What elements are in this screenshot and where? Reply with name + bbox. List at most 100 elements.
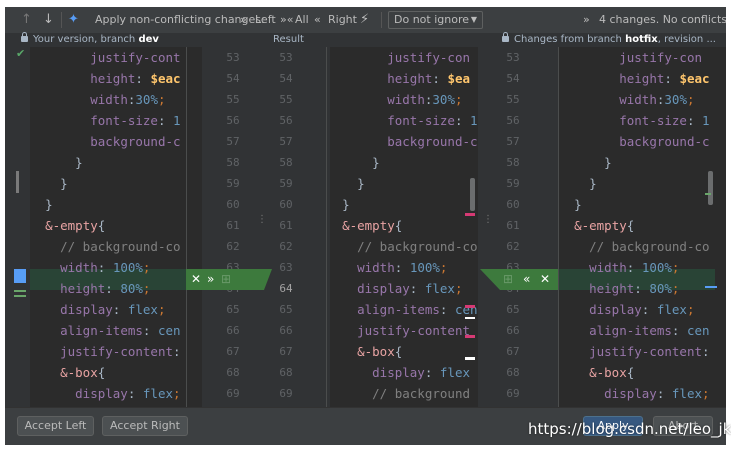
code-line[interactable]: height: $eac <box>559 68 709 89</box>
fold-icon[interactable]: ⋮ <box>483 214 493 225</box>
code-line[interactable]: height: $eac <box>30 68 180 89</box>
line-number: 57 <box>279 135 293 148</box>
code-line[interactable]: } <box>559 173 597 194</box>
code-line[interactable]: display: flex; <box>30 299 165 320</box>
code-line[interactable]: width: 100%; <box>30 257 150 278</box>
arrow-down-icon[interactable]: ↓ <box>43 7 54 33</box>
change-marker <box>14 290 26 292</box>
code-line[interactable]: height: 80%; <box>559 278 679 299</box>
code-line[interactable]: } <box>559 194 582 215</box>
check-icon: ✔ <box>16 47 26 60</box>
code-line[interactable]: display: flex; <box>327 278 462 299</box>
accept-right-button[interactable]: Accept Right <box>102 416 188 436</box>
code-line[interactable]: align-items: cen <box>559 320 709 341</box>
accept-right-icon[interactable]: « <box>523 269 530 290</box>
current-line-marker <box>14 269 26 283</box>
code-line[interactable]: display: flex; <box>559 383 709 404</box>
line-number: 68 <box>226 366 240 379</box>
code-line[interactable]: width:30%; <box>559 89 694 110</box>
code-line[interactable]: } <box>327 152 380 173</box>
panel-headers: Your version, branch dev Result Changes … <box>5 32 726 47</box>
line-number: 67 <box>506 345 520 358</box>
line-number: 69 <box>506 387 520 400</box>
change-marker <box>465 305 475 308</box>
code-line[interactable]: // background-co <box>559 236 709 257</box>
code-line[interactable]: font-size: 1 <box>30 110 180 131</box>
right-code[interactable]: justify-con height: $eac width:30%; font… <box>559 47 715 407</box>
code-line[interactable]: font-size: 1 <box>559 110 709 131</box>
magic-resolve-icon[interactable]: ✦ <box>68 7 79 33</box>
code-line[interactable]: } <box>327 194 350 215</box>
code-line[interactable]: } <box>327 173 365 194</box>
line-number: 60 <box>226 198 240 211</box>
code-line[interactable]: height: 80%; <box>30 278 150 299</box>
line-number: 58 <box>279 156 293 169</box>
line-number: 58 <box>226 156 240 169</box>
code-line[interactable]: justify-cont <box>30 47 180 68</box>
line-number: 61 <box>226 219 240 232</box>
line-number: 60 <box>506 198 520 211</box>
code-line[interactable]: display: flex <box>327 362 470 383</box>
code-line[interactable]: &-empty{ <box>327 215 402 236</box>
code-line[interactable]: width: 100%; <box>559 257 679 278</box>
line-number: 56 <box>279 114 293 127</box>
code-line[interactable]: justify-content: <box>559 341 709 362</box>
code-line[interactable]: &-box{ <box>30 362 105 383</box>
code-line[interactable]: background-c <box>327 131 477 152</box>
code-line[interactable]: // background <box>327 383 470 404</box>
code-line[interactable]: background-c <box>30 131 180 152</box>
code-line[interactable]: justify-content <box>327 320 470 341</box>
accept-left-icon[interactable]: » <box>207 269 214 290</box>
code-line[interactable]: justify-content: <box>30 341 180 362</box>
line-number: 53 <box>506 51 520 64</box>
magic-wand-icon[interactable]: ⚡ <box>360 7 369 33</box>
ignore-left-icon[interactable]: ✕ <box>191 269 201 290</box>
apply-all-icon[interactable]: »« <box>280 7 293 33</box>
change-marker <box>16 171 19 193</box>
apply-all-button[interactable]: All <box>295 7 309 33</box>
code-line[interactable]: justify-con <box>327 47 470 68</box>
code-line[interactable]: } <box>559 152 612 173</box>
code-line[interactable]: &-box{ <box>327 341 402 362</box>
line-number: 60 <box>279 198 293 211</box>
panel-divider <box>186 47 187 407</box>
code-line[interactable]: align-items: cen <box>327 299 477 320</box>
line-number: 66 <box>226 324 240 337</box>
apply-right-icon[interactable]: « <box>314 7 321 33</box>
line-number: 68 <box>279 366 293 379</box>
code-line[interactable]: } <box>30 173 68 194</box>
code-line[interactable]: } <box>30 194 53 215</box>
accept-left-button[interactable]: Accept Left <box>17 416 94 436</box>
code-line[interactable]: justify-con <box>559 47 702 68</box>
code-line[interactable]: &-box{ <box>559 362 634 383</box>
apply-left-icon[interactable]: » <box>240 7 247 33</box>
scrollbar-thumb[interactable] <box>708 171 713 205</box>
code-line[interactable]: height: $ea <box>327 68 470 89</box>
code-line[interactable]: // background-co <box>30 236 180 257</box>
code-line[interactable]: background-c <box>559 131 709 152</box>
arrow-up-icon[interactable]: ↑ <box>21 7 32 33</box>
code-line[interactable]: width:30%; <box>30 89 165 110</box>
left-header-label: Your version, branch <box>33 34 136 45</box>
code-line[interactable]: font-size: 1 <box>327 110 477 131</box>
line-number: 62 <box>506 240 520 253</box>
code-line[interactable]: // background-co <box>327 236 477 257</box>
code-line[interactable]: } <box>30 152 83 173</box>
line-number: 69 <box>279 387 293 400</box>
fold-icon[interactable]: ⋮ <box>257 214 267 225</box>
apply-right-button[interactable]: Right <box>328 7 357 33</box>
expand-icon[interactable]: » <box>583 7 590 33</box>
ignore-right-icon[interactable]: ✕ <box>540 269 550 290</box>
left-code[interactable]: justify-cont height: $eac width:30%; fon… <box>30 47 186 407</box>
code-line[interactable]: &-empty{ <box>559 215 634 236</box>
code-line[interactable]: align-items: cen <box>30 320 180 341</box>
code-line[interactable]: width:30%; <box>327 89 462 110</box>
ignore-whitespace-dropdown[interactable]: Do not ignore ▼ <box>388 11 483 29</box>
scrollbar-thumb[interactable] <box>470 178 475 211</box>
code-line[interactable]: display: flex; <box>559 299 694 320</box>
apply-left-button[interactable]: Left <box>255 7 276 33</box>
result-code[interactable]: justify-con height: $ea width:30%; font-… <box>327 47 477 407</box>
code-line[interactable]: display: flex; <box>30 383 180 404</box>
code-line[interactable]: width: 100%; <box>327 257 447 278</box>
code-line[interactable]: &-empty{ <box>30 215 105 236</box>
